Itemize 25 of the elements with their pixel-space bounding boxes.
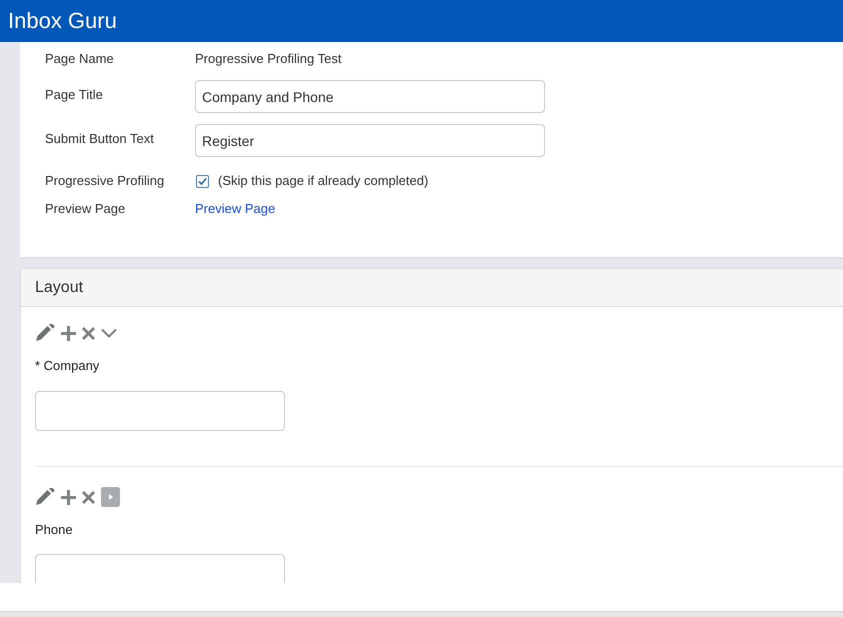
field-value: Progressive Profiling Test bbox=[195, 50, 342, 68]
field-label: Page Title bbox=[45, 86, 104, 104]
plus-icon[interactable] bbox=[61, 490, 76, 504]
preview-link[interactable]: Preview Page bbox=[195, 199, 276, 219]
plus-icon[interactable] bbox=[61, 326, 76, 340]
field-label: Submit Button Text bbox=[45, 130, 155, 148]
field-label: Page Name bbox=[45, 50, 115, 68]
app-title: Inbox Guru bbox=[8, 8, 117, 34]
input-field[interactable] bbox=[35, 391, 285, 431]
play-tile-icon[interactable] bbox=[101, 487, 120, 507]
close-icon[interactable] bbox=[82, 326, 95, 340]
checkbox-label: (Skip this page if already completed) bbox=[218, 172, 428, 190]
text-input[interactable]: Company and Phone bbox=[195, 80, 545, 113]
field-label: Phone bbox=[35, 521, 73, 539]
pencil-icon[interactable] bbox=[35, 488, 55, 506]
checkbox[interactable] bbox=[196, 174, 209, 188]
text-input[interactable]: Register bbox=[195, 124, 545, 157]
field-label: Progressive Profiling bbox=[45, 172, 166, 190]
input-field[interactable] bbox=[35, 554, 285, 583]
field-label: Preview Page bbox=[45, 200, 126, 218]
panel-title: Layout bbox=[35, 278, 84, 296]
chevron-down-icon[interactable] bbox=[101, 328, 117, 338]
close-icon[interactable] bbox=[82, 490, 95, 504]
field-label: * Company bbox=[35, 357, 100, 375]
pencil-icon[interactable] bbox=[35, 324, 55, 342]
